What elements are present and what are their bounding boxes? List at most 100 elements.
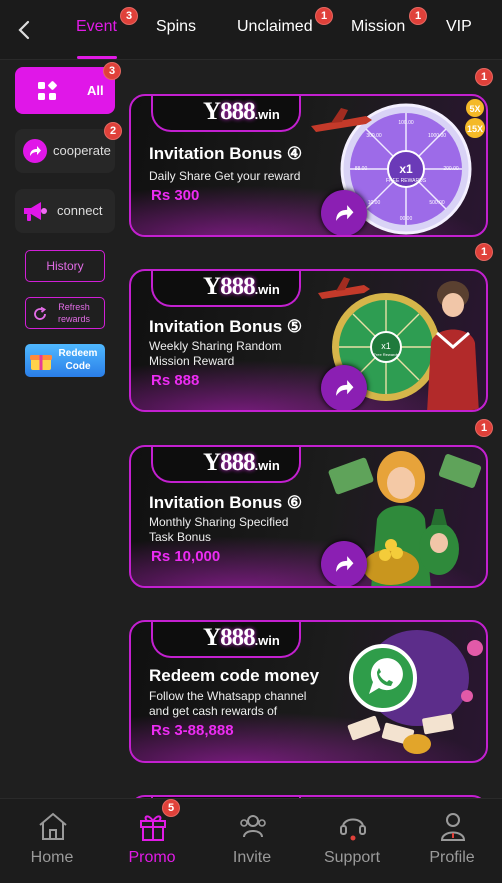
logo-y: Y <box>203 98 221 125</box>
tab-spins[interactable]: Spins <box>156 18 196 36</box>
card-amount: Rs 888 <box>151 372 200 389</box>
logo-suffix: .win <box>254 282 280 297</box>
sidebar-item-connect-label: connect <box>57 203 103 218</box>
logo-suffix: .win <box>254 458 280 473</box>
card-amount: Rs 300 <box>151 187 200 204</box>
multiplier-coin-icon: 5X 15X <box>465 99 485 138</box>
logo-y: Y <box>203 624 221 651</box>
card-description: Weekly Sharing Random Mission Reward <box>149 339 282 368</box>
logo-suffix: .win <box>254 633 280 648</box>
wheel-segment-label: 00 00 <box>400 216 413 222</box>
share-button[interactable] <box>321 365 367 410</box>
redeem-code-label: Redeem Code <box>58 348 98 372</box>
logo-suffix: .win <box>254 107 280 122</box>
tab-unclaimed-label: Unclaimed <box>237 18 313 35</box>
card-amount: Rs 3-88,888 <box>151 722 234 739</box>
wheel-segment-label: 500.00 <box>429 200 445 206</box>
nav-home-label: Home <box>30 849 74 866</box>
promo-card-redeem-code-money[interactable]: Y888.win Redeem code money Follow the Wh… <box>129 620 488 763</box>
grid-icon <box>38 81 57 100</box>
tab-mission[interactable]: Mission <box>351 18 405 36</box>
card-title: Redeem code money <box>149 666 320 685</box>
card-title: Invitation Bonus ⑥ <box>149 493 303 512</box>
sidebar-all-badge: 3 <box>103 62 121 80</box>
share-arrow-icon <box>336 205 354 221</box>
back-arrow-icon[interactable] <box>14 18 34 42</box>
wheel-center-text: x1 <box>381 341 391 351</box>
sidebar-item-all-label: All <box>87 83 104 98</box>
y888-logo: Y888.win <box>151 447 301 483</box>
sidebar-item-connect[interactable]: connect <box>15 189 115 233</box>
sidebar-item-all[interactable]: All <box>15 67 115 114</box>
logo-digits: 888 <box>220 98 255 125</box>
promo-card-invitation-bonus-6[interactable]: Y888.win Invitation Bonus ⑥ Monthly Shar… <box>129 445 488 588</box>
nav-support-label: Support <box>323 849 381 866</box>
sidebar-cooperate-badge: 2 <box>104 122 122 140</box>
wheel-sub-text: Free Rewards <box>373 352 398 357</box>
y888-logo: Y888.win <box>151 96 301 132</box>
airplane-icon <box>311 108 372 132</box>
tab-mission-label: Mission <box>351 18 406 35</box>
tab-mission-badge: 1 <box>409 7 427 25</box>
tab-spins-label: Spins <box>156 18 197 35</box>
promo-card-invitation-bonus-5[interactable]: Y888.win Invitation Bonus ⑤ Weekly Shari… <box>129 269 488 412</box>
invite-people-icon <box>240 815 266 838</box>
nav-profile[interactable]: Profile <box>402 799 502 883</box>
tab-event-badge: 3 <box>120 7 138 25</box>
nav-profile-label: Profile <box>429 849 475 866</box>
card-title: Invitation Bonus ⑤ <box>149 317 303 336</box>
nav-promo-badge: 5 <box>162 799 180 817</box>
logo-y: Y <box>203 273 221 300</box>
tab-unclaimed[interactable]: Unclaimed <box>237 18 313 36</box>
sidebar-item-cooperate-label: cooperate <box>53 143 111 158</box>
share-arrow-icon <box>336 556 354 572</box>
profile-icon <box>440 813 466 841</box>
multiplier-text: 15X <box>467 124 483 134</box>
history-button[interactable]: History <box>25 250 105 282</box>
history-button-label: History <box>46 259 84 273</box>
whatsapp-promo-illustration <box>347 630 483 754</box>
logo-digits: 888 <box>220 449 255 476</box>
wheel-sub-text: FREE REWARDS <box>386 178 427 184</box>
logo-digits: 888 <box>220 273 255 300</box>
megaphone-icon <box>24 202 47 221</box>
share-button[interactable] <box>321 190 367 235</box>
card-description: Daily Share Get your reward <box>149 169 301 183</box>
wheel-center-text: x1 <box>399 162 413 176</box>
nav-promo[interactable]: 5 Promo <box>102 799 202 883</box>
wheel-segment-label: 100.00 <box>398 120 414 126</box>
home-icon <box>39 812 67 840</box>
refresh-icon <box>34 306 47 320</box>
nav-home[interactable]: Home <box>2 799 102 883</box>
top-tab-bar: Event 3 Spins Unclaimed 1 Mission 1 VIP <box>0 0 502 60</box>
y888-logo: Y888.win <box>151 622 301 658</box>
nav-promo-label: Promo <box>128 849 176 866</box>
nav-support[interactable]: Support <box>302 799 402 883</box>
wheel-segment-label: 88.00 <box>355 166 368 172</box>
nav-invite[interactable]: Invite <box>202 799 302 883</box>
share-button[interactable] <box>321 541 367 586</box>
aviator-girl-illustration <box>427 281 479 410</box>
logo-digits: 888 <box>220 624 255 651</box>
tab-vip-label: VIP <box>446 18 472 35</box>
card-badge: 1 <box>475 243 493 261</box>
sidebar-item-cooperate[interactable]: cooperate <box>15 129 115 173</box>
wheel-segment-label: 10.00 <box>368 200 381 206</box>
promo-screen: Event 3 Spins Unclaimed 1 Mission 1 VIP … <box>0 0 502 883</box>
promo-card-invitation-bonus-4[interactable]: Y888.win Invitation Bonus ④ Daily Share … <box>129 94 488 237</box>
tab-event[interactable]: Event <box>76 18 117 36</box>
share-arrow-icon <box>336 380 354 396</box>
card-amount: Rs 10,000 <box>151 548 221 565</box>
tab-vip[interactable]: VIP <box>446 18 472 36</box>
wheel-segment-label: 1000.00 <box>428 133 446 139</box>
active-tab-indicator <box>77 56 117 59</box>
y888-logo: Y888.win <box>151 271 301 307</box>
wheel-segment-label: 200.00 <box>443 166 459 172</box>
card-title: Invitation Bonus ④ <box>149 144 303 163</box>
card-badge: 1 <box>475 419 493 437</box>
refresh-rewards-label: Refresh rewards <box>57 302 90 324</box>
multiplier-text: 5X <box>469 104 480 114</box>
redeem-code-button[interactable]: Redeem Code <box>25 344 105 377</box>
share-arrow-icon <box>23 139 47 163</box>
refresh-rewards-button[interactable]: Refresh rewards <box>25 297 105 329</box>
